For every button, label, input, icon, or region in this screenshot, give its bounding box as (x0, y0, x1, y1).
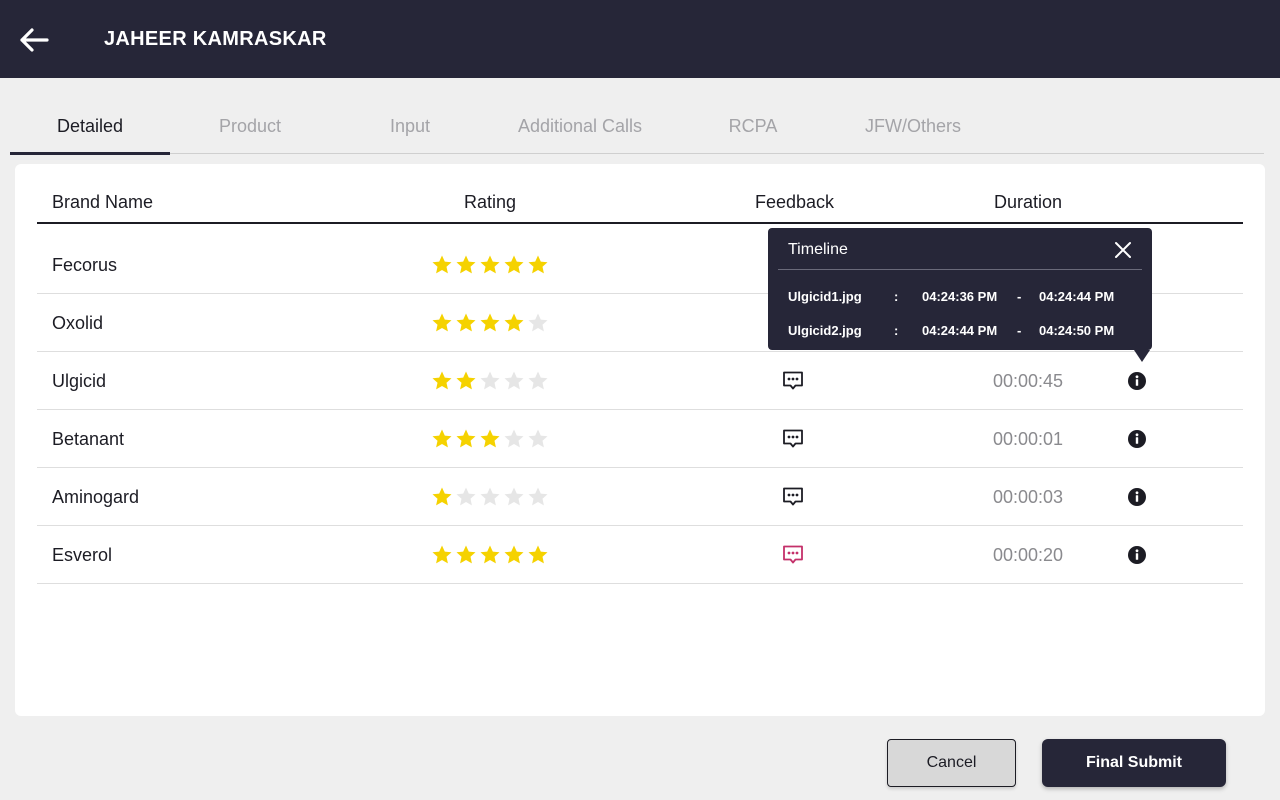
rating-stars[interactable] (431, 468, 549, 526)
star-icon[interactable] (503, 254, 525, 276)
star-icon[interactable] (431, 428, 453, 450)
duration-value: 00:00:20 (993, 544, 1064, 565)
star-icon[interactable] (503, 486, 525, 508)
star-icon[interactable] (527, 370, 549, 392)
column-header-duration: Duration (994, 192, 1063, 212)
brand-name: Ulgicid (52, 370, 107, 391)
comment-icon[interactable] (781, 427, 805, 451)
brand-name: Fecorus (52, 254, 118, 275)
comment-icon[interactable] (781, 543, 805, 567)
close-icon (1115, 242, 1131, 258)
info-icon[interactable] (1127, 429, 1147, 449)
star-icon[interactable] (503, 428, 525, 450)
star-icon[interactable] (479, 370, 501, 392)
rating-stars[interactable] (431, 294, 549, 352)
star-icon[interactable] (527, 254, 549, 276)
star-icon[interactable] (527, 312, 549, 334)
timeline-divider (778, 269, 1142, 270)
page-title: JAHEER KAMRASKAR (104, 28, 327, 50)
brand-name: Oxolid (52, 312, 104, 333)
table-header: Brand Name Rating Feedback Duration (37, 164, 1243, 224)
star-icon[interactable] (455, 544, 477, 566)
star-icon[interactable] (455, 312, 477, 334)
rating-stars[interactable] (431, 236, 549, 294)
star-icon[interactable] (503, 370, 525, 392)
column-header-feedback: Feedback (755, 192, 835, 212)
star-icon[interactable] (479, 254, 501, 276)
timeline-dash: - (1017, 323, 1022, 338)
star-icon[interactable] (479, 544, 501, 566)
tab-product[interactable]: Product (170, 98, 330, 154)
tab-jfw-others[interactable]: JFW/Others (836, 98, 990, 154)
star-icon[interactable] (455, 254, 477, 276)
rating-stars[interactable] (431, 352, 549, 410)
timeline-start: 04:24:36 PM (922, 289, 998, 304)
back-button[interactable] (18, 24, 50, 56)
star-icon[interactable] (479, 312, 501, 334)
star-icon[interactable] (527, 428, 549, 450)
column-header-rating: Rating (464, 192, 517, 212)
cancel-button[interactable]: Cancel (887, 739, 1016, 787)
star-icon[interactable] (431, 254, 453, 276)
tab-additional-calls[interactable]: Additional Calls (490, 98, 670, 154)
arrow-left-icon (20, 28, 49, 52)
duration-value: 00:00:03 (993, 486, 1064, 507)
brand-name: Betanant (52, 428, 125, 449)
tab-rcpa[interactable]: RCPA (690, 98, 816, 154)
timeline-end: 04:24:44 PM (1039, 289, 1115, 304)
info-icon[interactable] (1127, 545, 1147, 565)
table-row: Betanant 00:00:01 (37, 410, 1243, 468)
star-icon[interactable] (527, 486, 549, 508)
star-icon[interactable] (503, 544, 525, 566)
info-icon[interactable] (1127, 487, 1147, 507)
top-bar: JAHEER KAMRASKAR (0, 0, 1280, 78)
table-row: Esverol 00:00:20 (37, 526, 1243, 584)
star-icon[interactable] (455, 486, 477, 508)
brand-name: Esverol (52, 544, 113, 565)
duration-value: 00:00:45 (993, 370, 1064, 391)
comment-icon[interactable] (781, 485, 805, 509)
timeline-dash: - (1017, 289, 1022, 304)
star-icon[interactable] (479, 486, 501, 508)
comment-icon[interactable] (781, 369, 805, 393)
star-icon[interactable] (431, 486, 453, 508)
duration-value: 00:00:01 (993, 428, 1064, 449)
tab-detailed[interactable]: Detailed (10, 98, 170, 155)
rating-stars[interactable] (431, 410, 549, 468)
tab-bar: Detailed Product Input Additional Calls … (10, 98, 1264, 155)
close-button[interactable] (1112, 239, 1134, 261)
timeline-title: Timeline (788, 241, 848, 258)
star-icon[interactable] (479, 428, 501, 450)
timeline-separator: : (894, 323, 899, 338)
star-icon[interactable] (431, 370, 453, 392)
timeline-end: 04:24:50 PM (1039, 323, 1115, 338)
star-icon[interactable] (431, 312, 453, 334)
star-icon[interactable] (455, 370, 477, 392)
column-header-brand: Brand Name (52, 192, 154, 212)
star-icon[interactable] (503, 312, 525, 334)
rating-stars[interactable] (431, 526, 549, 584)
info-icon[interactable] (1127, 371, 1147, 391)
star-icon[interactable] (455, 428, 477, 450)
timeline-popup: Timeline Ulgicid1.jpg : 04:24:36 PM - 04… (768, 228, 1152, 362)
star-icon[interactable] (527, 544, 549, 566)
table-row: Aminogard 00:00:03 (37, 468, 1243, 526)
brand-name: Aminogard (52, 486, 140, 507)
timeline-start: 04:24:44 PM (922, 323, 998, 338)
timeline-separator: : (894, 289, 899, 304)
table-row: Ulgicid 00:00:45 (37, 352, 1243, 410)
timeline-file: Ulgicid1.jpg (788, 289, 862, 304)
timeline-file: Ulgicid2.jpg (788, 323, 862, 338)
final-submit-button[interactable]: Final Submit (1042, 739, 1226, 787)
star-icon[interactable] (431, 544, 453, 566)
tab-input[interactable]: Input (330, 98, 490, 154)
